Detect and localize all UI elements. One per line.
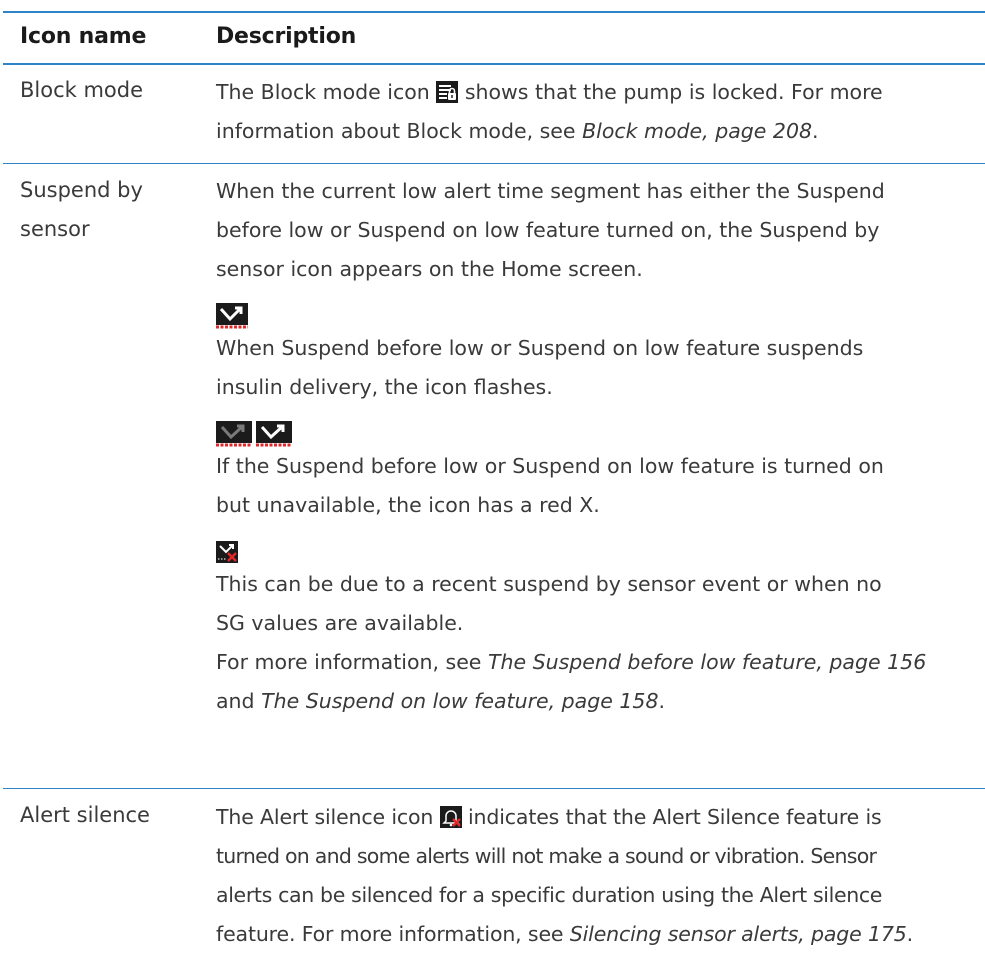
column-header-description: Description — [216, 24, 357, 49]
suspend-flashing-icon — [216, 421, 292, 447]
suspend-unavailable-icon — [216, 541, 238, 563]
row-name-block-mode: Block mode — [20, 78, 144, 102]
suspend-by-sensor-icon — [216, 303, 248, 329]
table-top-rule — [3, 11, 985, 13]
row-description-suspend-by-sensor: When the current low alert time segment … — [216, 172, 985, 721]
alert-silence-icon — [439, 802, 462, 841]
row-name-suspend-by-sensor: Suspend by sensor — [20, 178, 143, 241]
column-header-icon-name: Icon name — [20, 24, 147, 49]
row-description-block-mode: The Block mode icon shows that the pump … — [216, 73, 985, 151]
suspend-flashing-icon-row — [216, 407, 985, 447]
suspend-by-sensor-icon-row — [216, 289, 985, 329]
row-rule-2 — [3, 788, 985, 789]
row-rule-1 — [3, 163, 985, 164]
page-reference-block-mode: Block mode, page 208 — [582, 119, 813, 143]
block-mode-icon — [436, 77, 459, 116]
row-name-alert-silence: Alert silence — [20, 803, 150, 827]
row-description-alert-silence: The Alert silence icon indicates that th… — [216, 798, 985, 954]
page-reference-suspend-before-low: The Suspend before low feature, page 156 — [487, 650, 927, 674]
page-reference-silencing-sensor-alerts: Silencing sensor alerts, page 175 — [569, 922, 907, 946]
suspend-unavailable-icon-row — [216, 525, 985, 565]
header-rule — [3, 63, 985, 65]
page-reference-suspend-on-low: The Suspend on low feature, page 158 — [261, 689, 659, 713]
